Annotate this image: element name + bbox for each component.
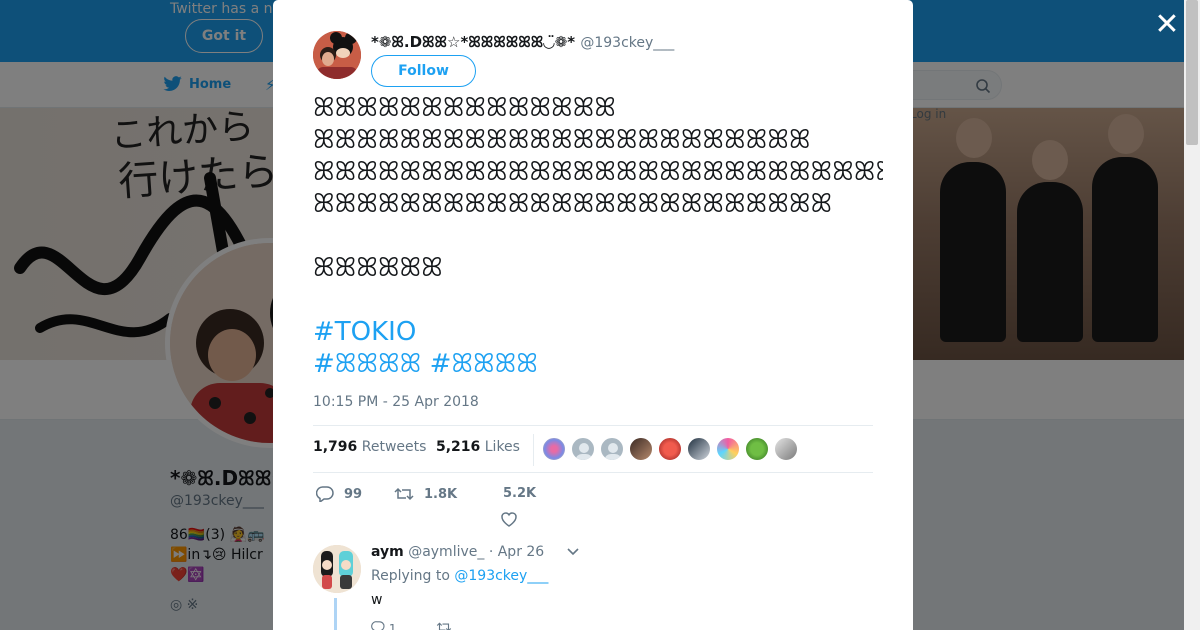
liker-avatar[interactable] [774,437,798,461]
reply-action[interactable]: 99 [316,486,362,502]
liker-avatars [542,437,798,461]
liker-avatar[interactable] [687,437,711,461]
hashtag-link[interactable]: #ꕤꕤꕤꕤ [430,349,538,379]
hashtag-link[interactable]: #TOKIO [313,317,416,347]
retweets-count: 1,796 [313,439,358,455]
hashtag-line: #ꕤꕤꕤꕤ #ꕤꕤꕤꕤ [313,348,883,380]
liker-avatar[interactable] [600,437,624,461]
author-avatar[interactable] [313,31,361,79]
close-icon[interactable]: ✕ [1150,8,1184,42]
author-name: *❁ꕤ.Dꕤꕤ☆*ꕤꕤꕤꕤꕤꕤ◡̈❁* [371,33,576,51]
reply-reply-count: 1 [388,622,397,630]
heart-icon[interactable] [500,510,518,528]
chevron-down-icon[interactable] [567,547,579,557]
likes-stat[interactable]: 5,216 Likes [436,439,520,455]
reply-author-avatar[interactable] [313,545,361,593]
retweets-stat[interactable]: 1,796 Retweets [313,439,426,455]
reply-text: w [371,592,383,608]
hashtag-link[interactable]: #ꕤꕤꕤꕤ [313,349,421,379]
tweet-stats: 1,796 Retweets 5,216 Likes [313,425,873,473]
retweet-count: 1.8K [424,486,458,502]
retweet-action[interactable]: 1.8K [394,486,457,502]
retweet-icon [394,487,414,501]
like-count: 5.2K [503,486,537,501]
reply-icon [316,486,334,502]
follow-button[interactable]: Follow [371,55,476,87]
stats-divider [533,434,534,466]
liker-avatar[interactable] [542,437,566,461]
reply-author-handle: @aymlive_ [408,544,485,560]
tweet-text-line: ꕤꕤꕤꕤꕤꕤꕤꕤꕤꕤꕤꕤꕤꕤꕤꕤꕤꕤꕤꕤꕤꕤꕤ [313,125,811,155]
likes-count: 5,216 [436,439,481,455]
retweets-label: Retweets [361,439,427,455]
replying-to-line: Replying to @193ckey___ [371,568,548,584]
replying-to-prefix: Replying to [371,568,450,584]
tweet-text-line: ꕤꕤꕤꕤꕤꕤꕤꕤꕤꕤꕤꕤꕤꕤ [313,93,616,123]
author-avatar-image [313,31,361,79]
reply-header[interactable]: aym @aymlive_ · Apr 26 [371,544,544,560]
tweet-modal: *❁ꕤ.Dꕤꕤ☆*ꕤꕤꕤꕤꕤꕤ◡̈❁* @193ckey___ Follow ꕤ… [273,0,913,630]
author-name-line[interactable]: *❁ꕤ.Dꕤꕤ☆*ꕤꕤꕤꕤꕤꕤ◡̈❁* @193ckey___ [371,33,674,51]
page-scrollbar-thumb[interactable] [1186,0,1198,145]
reply-date: · Apr 26 [488,544,545,560]
hashtag-line: #TOKIO [313,316,883,348]
reply-actions: 1 [371,621,452,630]
likes-label: Likes [484,439,520,455]
replying-to-link[interactable]: @193ckey___ [454,568,548,584]
reply-author-name: aym [371,544,404,560]
retweet-icon [437,622,452,630]
reply-reply-action[interactable]: 1 [371,621,396,630]
liker-avatar[interactable] [629,437,653,461]
tweet-actions: 99 1.8K 5.2K [313,482,613,528]
liker-avatar[interactable] [571,437,595,461]
like-action[interactable]: 5.2K [503,486,536,501]
tweet-text-line: ꕤꕤꕤꕤꕤꕤ [313,253,443,283]
tweet-text-line: ꕤꕤꕤꕤꕤꕤꕤꕤꕤꕤꕤꕤꕤꕤꕤꕤꕤꕤꕤꕤꕤꕤꕤꕤꕤꕤꕤꕤꕤꕤꕤꕤꕤꕤꕤ [313,157,883,187]
liker-avatar[interactable] [658,437,682,461]
liker-avatar[interactable] [716,437,740,461]
reply-count: 99 [344,486,363,502]
liker-avatar[interactable] [745,437,769,461]
reply-icon [371,621,385,630]
reply-tweet[interactable]: aym @aymlive_ · Apr 26 Replying to @193c… [313,535,873,630]
tweet-text-line: ꕤꕤꕤꕤꕤꕤꕤꕤꕤꕤꕤꕤꕤꕤꕤꕤꕤꕤꕤꕤꕤꕤꕤꕤ [313,189,833,219]
reply-retweet-action[interactable] [436,621,452,630]
tweet-text: ꕤꕤꕤꕤꕤꕤꕤꕤꕤꕤꕤꕤꕤꕤ ꕤꕤꕤꕤꕤꕤꕤꕤꕤꕤꕤꕤꕤꕤꕤꕤꕤꕤꕤꕤꕤꕤꕤ ꕤ… [313,92,883,380]
tweet-timestamp[interactable]: 10:15 PM - 25 Apr 2018 [313,394,479,410]
author-handle: @193ckey___ [580,35,675,51]
thread-line [334,598,337,630]
reply-avatar-image [313,545,361,593]
